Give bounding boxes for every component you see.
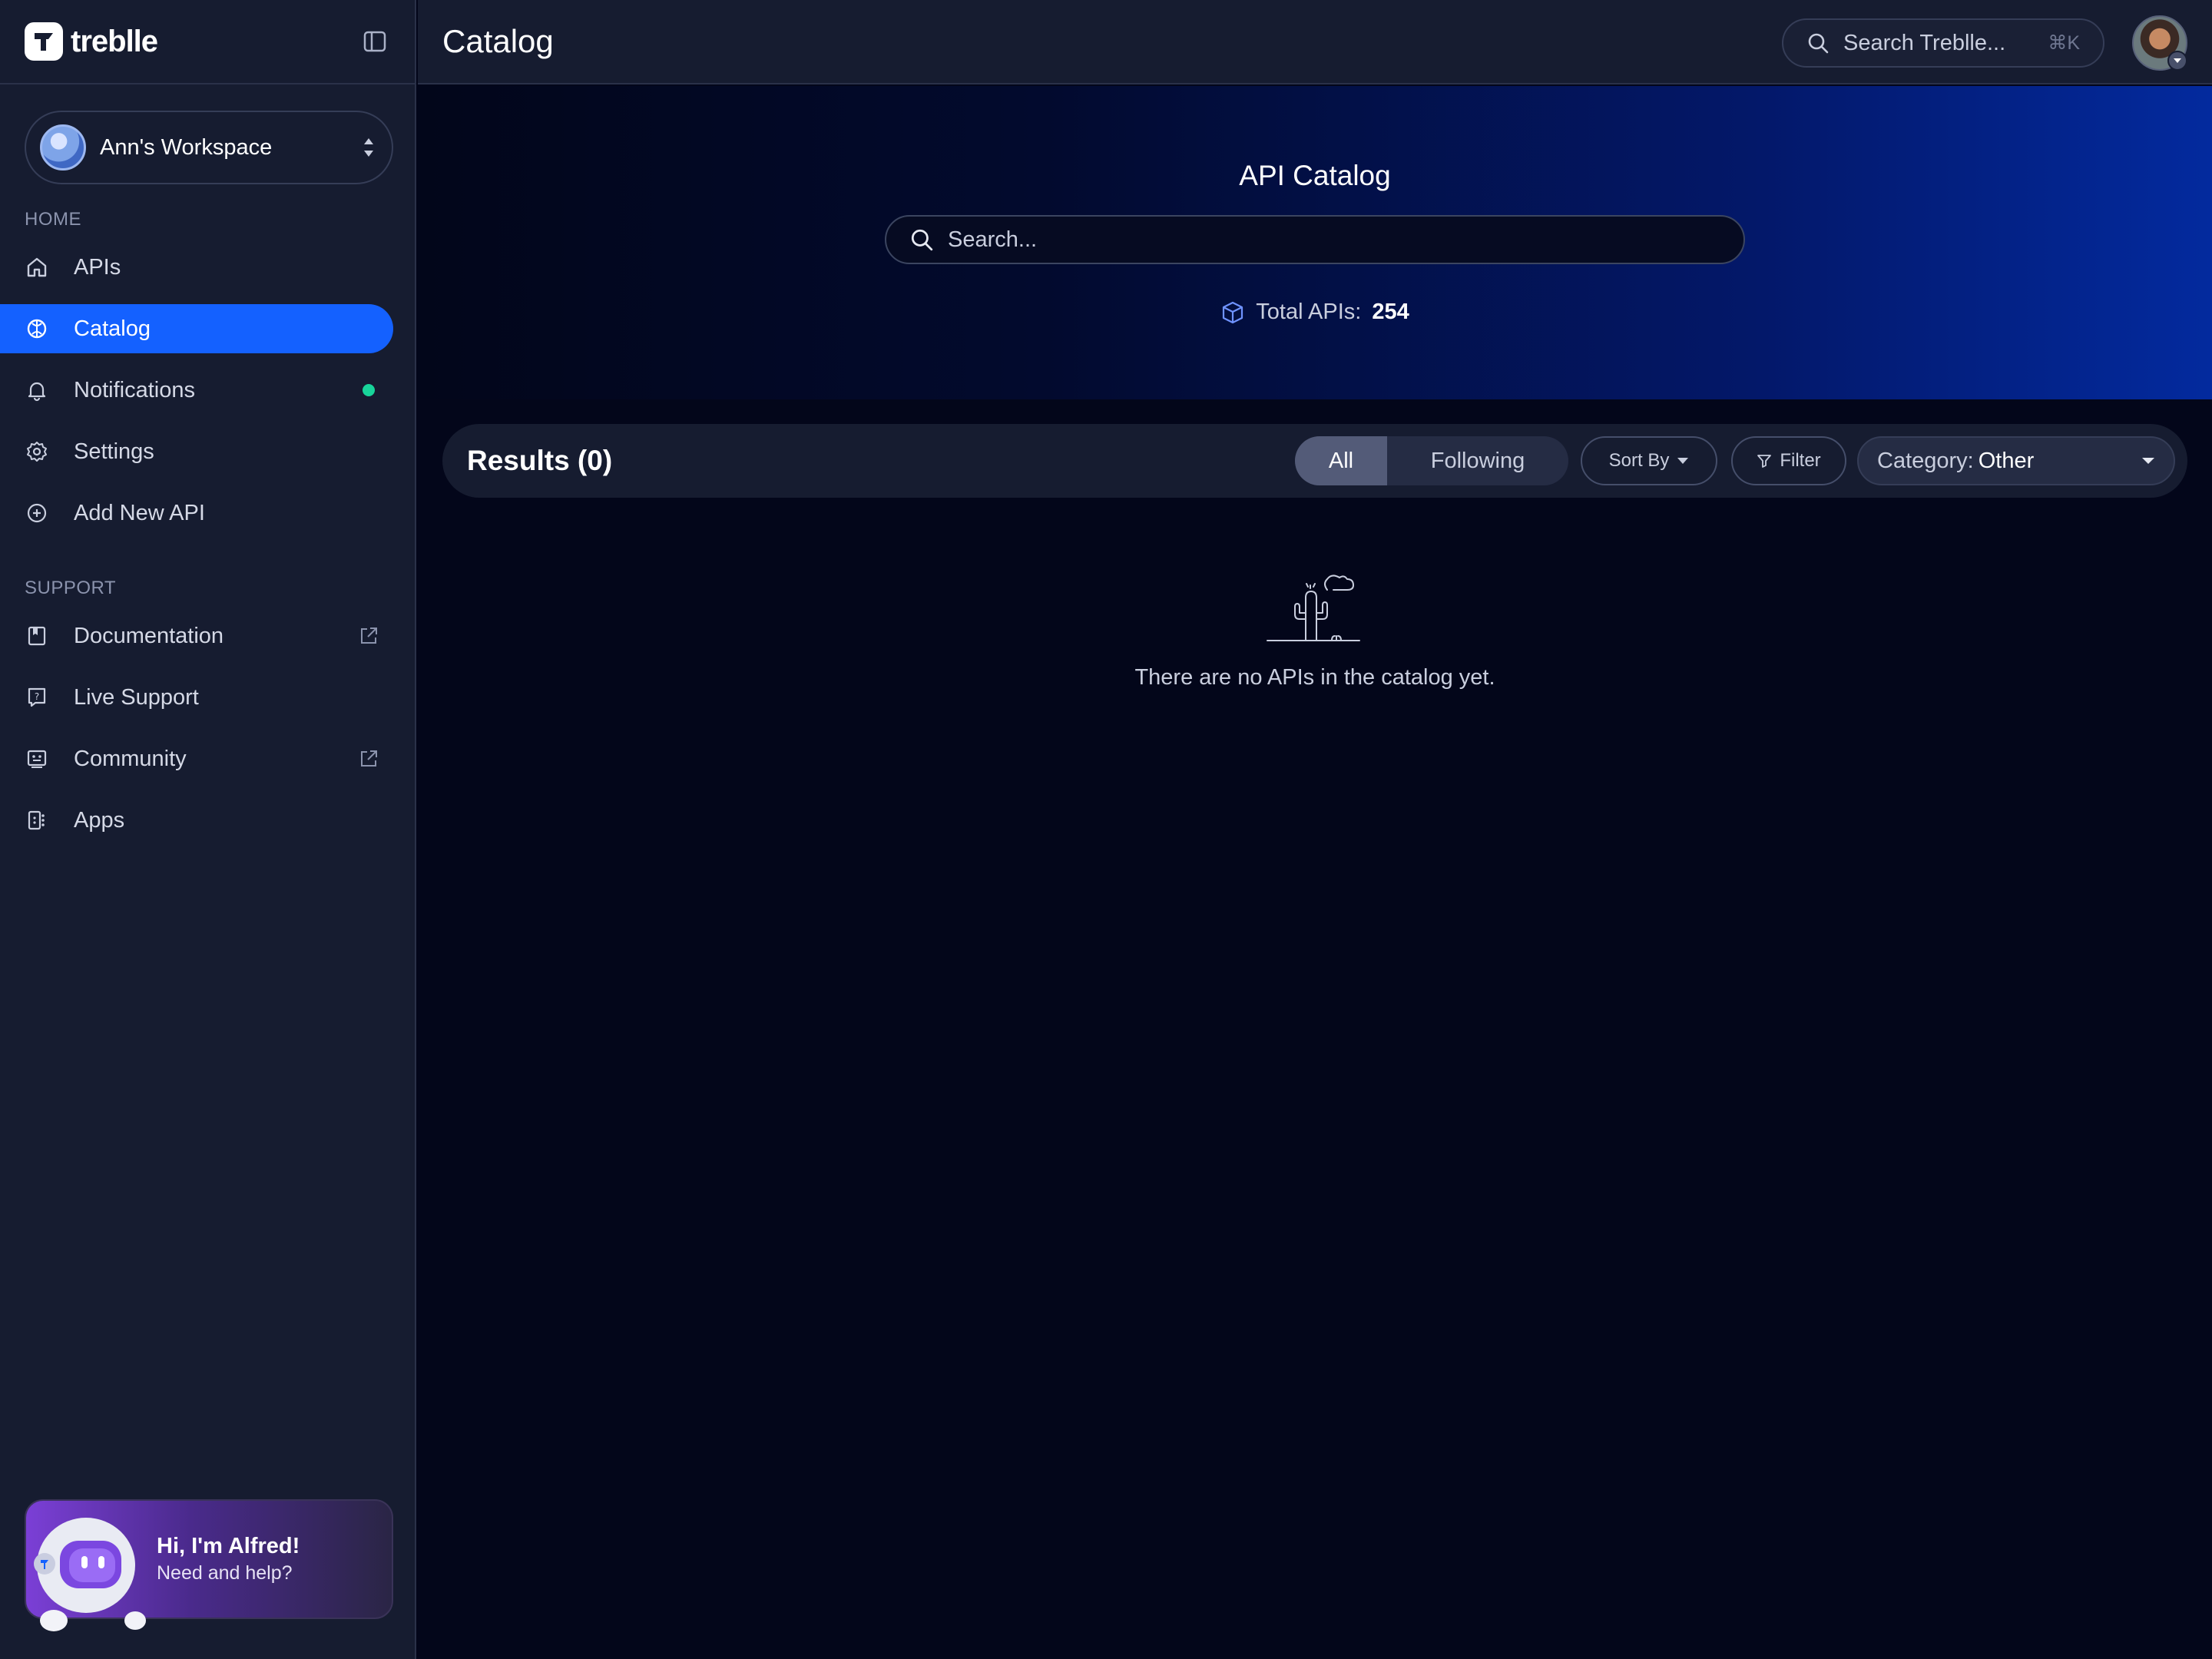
catalog-search[interactable] bbox=[885, 215, 1745, 264]
sidebar-item-label: Community bbox=[74, 746, 187, 771]
collapse-sidebar-icon[interactable] bbox=[359, 26, 390, 57]
book-icon bbox=[25, 624, 49, 648]
sidebar-item-live-support[interactable]: ? Live Support bbox=[0, 673, 393, 722]
home-icon bbox=[25, 255, 49, 280]
catalog-search-input[interactable] bbox=[948, 227, 1720, 253]
workspace-switcher[interactable]: Ann's Workspace bbox=[25, 111, 393, 184]
tab-all[interactable]: All bbox=[1295, 436, 1387, 485]
sort-by-label: Sort By bbox=[1608, 450, 1670, 471]
cube-icon bbox=[1223, 301, 1243, 323]
assistant-text: Hi, I'm Alfred! Need and help? bbox=[157, 1534, 300, 1584]
workspace-avatar bbox=[40, 124, 86, 171]
global-search-label: Search Treblle... bbox=[1843, 30, 2006, 55]
keyboard-shortcut: ⌘K bbox=[2048, 32, 2080, 54]
sidebar-item-label: Live Support bbox=[74, 684, 199, 710]
sidebar-item-settings[interactable]: Settings bbox=[0, 427, 393, 476]
caret-down-icon bbox=[1677, 458, 1689, 464]
filter-label: Filter bbox=[1780, 450, 1821, 471]
view-toggle: All Following bbox=[1295, 436, 1568, 485]
workspace-name: Ann's Workspace bbox=[100, 134, 273, 160]
sort-by-button[interactable]: Sort By bbox=[1581, 436, 1717, 485]
catalog-hero: API Catalog Total APIs: 254 bbox=[418, 86, 2212, 399]
user-avatar[interactable] bbox=[2132, 15, 2187, 71]
sidebar-item-apis[interactable]: APIs bbox=[0, 243, 393, 292]
caret-down-icon bbox=[2142, 458, 2154, 464]
results-toolbar: Results (0) All Following Sort By Filter… bbox=[442, 424, 2187, 498]
sidebar-item-label: APIs bbox=[74, 254, 121, 280]
sidebar-item-label: Notifications bbox=[74, 377, 195, 402]
chevron-down-icon bbox=[2167, 51, 2187, 71]
filter-icon bbox=[1757, 455, 1772, 468]
svg-text:?: ? bbox=[35, 691, 39, 702]
external-link-icon bbox=[356, 747, 381, 771]
results-title: Results (0) bbox=[467, 445, 613, 476]
assistant-title: Hi, I'm Alfred! bbox=[157, 1534, 300, 1558]
sidebar-item-label: Catalog bbox=[74, 316, 151, 341]
community-icon bbox=[25, 747, 49, 771]
brand-name: treblle bbox=[71, 24, 158, 58]
section-label-home: HOME bbox=[25, 209, 81, 230]
sidebar-item-label: Settings bbox=[74, 439, 154, 464]
gear-icon bbox=[25, 439, 49, 464]
sidebar-item-apps[interactable]: Apps bbox=[0, 796, 393, 845]
bell-icon bbox=[25, 378, 49, 402]
unread-indicator bbox=[356, 378, 381, 402]
top-bar: Catalog Search Treblle... ⌘K bbox=[418, 0, 2212, 84]
apps-icon bbox=[25, 808, 49, 833]
sidebar-item-label: Add New API bbox=[74, 500, 205, 525]
total-apis-label: Total APIs: bbox=[1256, 300, 1362, 324]
assistant-card[interactable]: Hi, I'm Alfred! Need and help? bbox=[25, 1499, 393, 1631]
total-apis: Total APIs: 254 bbox=[418, 300, 2212, 325]
sidebar-item-label: Documentation bbox=[74, 623, 224, 648]
help-chat-icon: ? bbox=[25, 685, 49, 710]
sidebar: treblle Ann's Workspace HOME APIs Catalo… bbox=[0, 0, 416, 1659]
page-title: Catalog bbox=[442, 23, 554, 59]
sidebar-item-notifications[interactable]: Notifications bbox=[0, 366, 393, 415]
chevron-updown-icon bbox=[364, 138, 373, 157]
total-apis-count: 254 bbox=[1372, 300, 1409, 324]
external-link-icon bbox=[356, 624, 381, 648]
brand-logo[interactable]: treblle bbox=[25, 22, 158, 61]
empty-state-message: There are no APIs in the catalog yet. bbox=[1134, 665, 1495, 690]
category-select[interactable]: Category: Other bbox=[1857, 436, 2175, 485]
tab-following[interactable]: Following bbox=[1387, 436, 1568, 485]
robot-mascot-icon bbox=[34, 1518, 146, 1631]
catalog-icon bbox=[25, 316, 49, 341]
category-select-label: Category: bbox=[1877, 448, 1974, 473]
catalog-heading: API Catalog bbox=[1239, 160, 1391, 191]
treblle-logo-icon bbox=[25, 22, 63, 61]
sidebar-item-add-new-api[interactable]: Add New API bbox=[0, 488, 393, 538]
category-select-value: Other bbox=[1978, 448, 2035, 473]
global-search-button[interactable]: Search Treblle... ⌘K bbox=[1782, 18, 2104, 68]
section-label-support: SUPPORT bbox=[25, 578, 117, 598]
assistant-subtitle: Need and help? bbox=[157, 1562, 293, 1584]
plus-circle-icon bbox=[25, 501, 49, 525]
filter-button[interactable]: Filter bbox=[1731, 436, 1846, 485]
sidebar-item-community[interactable]: Community bbox=[0, 734, 393, 783]
cactus-empty-icon bbox=[1267, 575, 1360, 641]
search-icon bbox=[1808, 33, 1829, 54]
search-icon bbox=[911, 229, 933, 251]
sidebar-header: treblle bbox=[0, 0, 415, 84]
sidebar-item-label: Apps bbox=[74, 807, 125, 833]
sidebar-item-catalog[interactable]: Catalog bbox=[0, 304, 393, 353]
sidebar-item-documentation[interactable]: Documentation bbox=[0, 611, 393, 661]
